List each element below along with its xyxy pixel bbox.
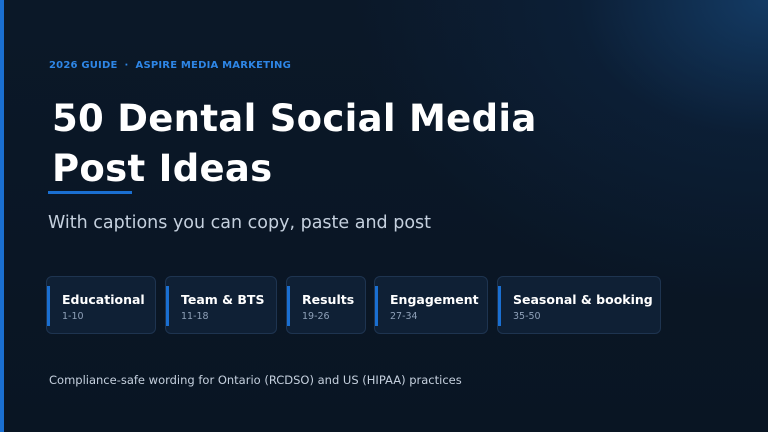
- card-accent-bar: [498, 286, 501, 326]
- card-range: 19-26: [302, 311, 330, 322]
- eyebrow-label: 2026 GUIDE · ASPIRE MEDIA MARKETING: [49, 60, 291, 71]
- left-accent-bar: [0, 0, 4, 432]
- card-accent-bar: [166, 286, 169, 326]
- card-accent-bar: [375, 286, 378, 326]
- category-card-seasonal-booking: Seasonal & booking 35-50: [497, 276, 661, 334]
- card-title: Engagement: [390, 292, 479, 307]
- category-card-engagement: Engagement 27-34: [374, 276, 488, 334]
- card-range: 35-50: [513, 311, 541, 322]
- category-card-educational: Educational 1-10: [46, 276, 156, 334]
- card-title: Educational: [62, 292, 145, 307]
- subtitle: With captions you can copy, paste and po…: [48, 213, 432, 233]
- card-range: 1-10: [62, 311, 84, 322]
- card-title: Team & BTS: [181, 292, 265, 307]
- title-underline: [48, 191, 132, 194]
- card-accent-bar: [47, 286, 50, 326]
- title-line-2: Post Ideas: [52, 147, 273, 190]
- title-line-1: 50 Dental Social Media: [52, 97, 537, 140]
- category-card-team-bts: Team & BTS 11-18: [165, 276, 277, 334]
- eyebrow-separator: ·: [124, 60, 129, 71]
- card-range: 27-34: [390, 311, 418, 322]
- page-title: 50 Dental Social Media Post Ideas: [52, 94, 537, 194]
- card-title: Seasonal & booking: [513, 292, 653, 307]
- card-title: Results: [302, 292, 355, 307]
- eyebrow-guide: 2026 GUIDE: [49, 60, 118, 71]
- category-card-results: Results 19-26: [286, 276, 366, 334]
- compliance-note: Compliance-safe wording for Ontario (RCD…: [49, 373, 462, 387]
- card-range: 11-18: [181, 311, 209, 322]
- eyebrow-brand: ASPIRE MEDIA MARKETING: [135, 60, 292, 71]
- card-accent-bar: [287, 286, 290, 326]
